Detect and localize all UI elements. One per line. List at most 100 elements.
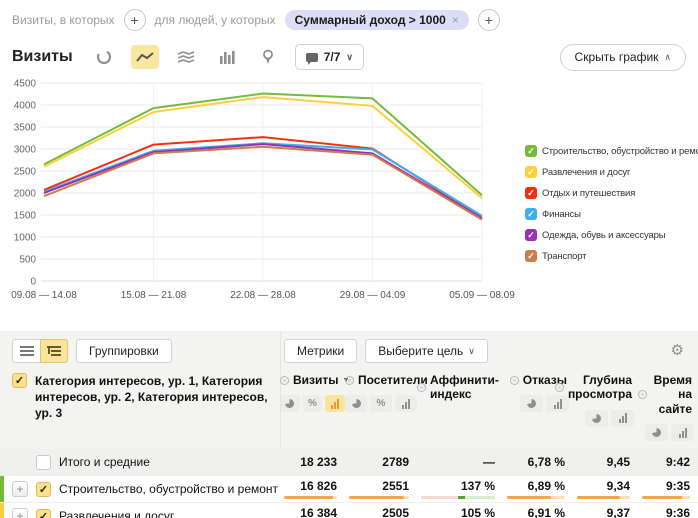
remove-segment-icon[interactable]: × [452, 13, 459, 27]
x-tick-label: 29.08 — 04.09 [340, 290, 406, 301]
cell-affinity: 137 % [417, 476, 503, 502]
bars-toggle-button[interactable] [671, 424, 694, 441]
cell-value: 9,34 [607, 479, 630, 493]
table-toolbar: Группировки Метрики Выберите цель ∨ ⚙ [0, 331, 698, 371]
bars-toggle-button[interactable] [611, 410, 634, 427]
x-tick-label: 05.09 — 08.09 [449, 290, 515, 301]
info-circle-icon[interactable] [280, 376, 289, 385]
pie-chart-icon[interactable] [90, 45, 118, 69]
percent-toggle-button[interactable]: % [303, 395, 323, 412]
cell-visitors: 2551 [345, 476, 417, 502]
percent-toggle-button[interactable]: % [370, 395, 392, 412]
info-circle-icon[interactable] [417, 383, 426, 392]
legend-label: Транспорт [542, 251, 586, 262]
segment-chip[interactable]: Суммарный доход > 1000 × [285, 10, 469, 30]
tree-view-icon [47, 345, 61, 357]
cell-value: 9:42 [666, 455, 690, 469]
percent-icon: % [308, 398, 317, 409]
info-circle-icon[interactable] [638, 390, 647, 399]
legend-checkbox-icon: ✓ [525, 250, 537, 262]
add-visit-condition-button[interactable]: + [124, 9, 146, 31]
row-label[interactable]: Развлечения и досуг [59, 509, 174, 518]
hide-chart-button[interactable]: Скрыть график ∧ [560, 44, 686, 71]
pie-toggle-button[interactable] [280, 395, 300, 412]
cell-value: 16 826 [300, 479, 337, 493]
x-tick-label: 15.08 — 21.08 [121, 290, 187, 301]
legend-item[interactable]: ✓Развлечения и досуг [525, 166, 698, 178]
map-chart-icon[interactable] [254, 45, 282, 69]
pie-toggle-button[interactable] [585, 410, 608, 427]
affinity-bar [421, 496, 495, 499]
row-checkbox[interactable]: ✓ [36, 509, 51, 518]
affinity-marker [458, 496, 465, 499]
pie-icon [527, 399, 536, 408]
row-label[interactable]: Итого и средние [59, 455, 150, 469]
legend-item[interactable]: ✓Отдых и путешествия [525, 187, 698, 199]
goal-select-button[interactable]: Выберите цель ∨ [365, 339, 488, 363]
stacked-area-chart-icon[interactable] [172, 45, 200, 69]
cell-visitors: 2505 [345, 503, 417, 518]
legend-checkbox-icon: ✓ [525, 166, 537, 178]
table-body: + ✓ Строительство, обустройство и ремонт 16… [0, 475, 698, 518]
grouping-title[interactable]: Категория интересов, ур. 1, Категория ин… [35, 373, 274, 422]
segment-chip-label: Суммарный доход > 1000 [295, 13, 446, 27]
column-chart-icon[interactable] [213, 45, 241, 69]
column-header-label[interactable]: Аффинити-индекс [430, 373, 503, 402]
column-header-time: Время на сайте [638, 371, 698, 441]
cell-value: 6,91 % [528, 506, 565, 518]
bars-toggle-button[interactable] [325, 395, 345, 412]
info-circle-icon[interactable] [555, 383, 564, 392]
legend-item[interactable]: ✓Строительство, обустройство и ремонт [525, 145, 698, 157]
bars-toggle-button[interactable] [395, 395, 417, 412]
column-header-label[interactable]: Глубина просмотра [568, 373, 632, 402]
legend-checkbox-icon: ✓ [525, 187, 537, 199]
list-view-icon [20, 345, 34, 357]
pie-toggle-button[interactable] [345, 395, 367, 412]
tree-view-button[interactable] [40, 339, 68, 363]
legend-item[interactable]: ✓Одежда, обувь и аксессуары [525, 229, 698, 241]
cell-visits: 18 233 [280, 449, 345, 475]
row-checkbox[interactable] [36, 455, 51, 470]
y-tick-label: 1000 [14, 233, 37, 244]
pie-icon [592, 414, 601, 423]
pie-toggle-button[interactable] [520, 395, 543, 412]
cell-time: 9:42 [638, 449, 698, 475]
cell-value: 9,37 [607, 506, 630, 518]
cell-value: 9:35 [666, 479, 690, 493]
select-all-checkbox[interactable]: ✓ [12, 373, 27, 388]
legend-item[interactable]: ✓ Транспорт [525, 250, 698, 262]
groupings-button[interactable]: Группировки [76, 339, 172, 363]
value-bar [507, 496, 565, 499]
expand-row-button[interactable]: + [12, 508, 28, 518]
list-view-button[interactable] [12, 339, 40, 363]
settings-gear-icon[interactable]: ⚙ [671, 341, 684, 359]
cell-bounce: 6,91 % [503, 503, 573, 518]
column-header-label[interactable]: Время на сайте [651, 373, 692, 416]
legend-checkbox-icon: ✓ [525, 229, 537, 241]
pie-toggle-button[interactable] [645, 424, 668, 441]
row-label[interactable]: Строительство, обустройство и ремонт [59, 482, 278, 496]
cell-depth: 9,45 [573, 449, 638, 475]
chart-toolbar: Визиты 7/7 ∨ Скрыть график ∧ [12, 43, 686, 71]
comments-dropdown[interactable]: 7/7 ∨ [295, 44, 364, 70]
row-checkbox[interactable]: ✓ [36, 482, 51, 497]
add-people-condition-button[interactable]: + [478, 9, 500, 31]
pie-icon [352, 399, 361, 408]
column-header-label[interactable]: Визиты [293, 373, 339, 387]
metrics-button[interactable]: Метрики [284, 339, 357, 363]
expand-row-button[interactable]: + [12, 481, 28, 497]
comment-bubble-icon [306, 53, 318, 62]
bars-icon [619, 413, 627, 423]
x-tick-label: 09.08 — 14.08 [11, 290, 77, 301]
bars-icon [554, 399, 562, 409]
info-circle-icon[interactable] [510, 376, 519, 385]
line-chart-icon[interactable] [131, 45, 159, 69]
cell-value: 18 233 [300, 455, 337, 469]
cell-value: 9:36 [666, 506, 690, 518]
info-circle-icon[interactable] [345, 376, 354, 385]
bars-toggle-button[interactable] [546, 395, 569, 412]
chart-legend: ✓Строительство, обустройство и ремонт ✓Ра… [525, 75, 698, 313]
legend-item[interactable]: ✓Финансы [525, 208, 698, 220]
chevron-down-icon: ∨ [346, 52, 353, 63]
cell-time: 9:35 [638, 476, 698, 502]
